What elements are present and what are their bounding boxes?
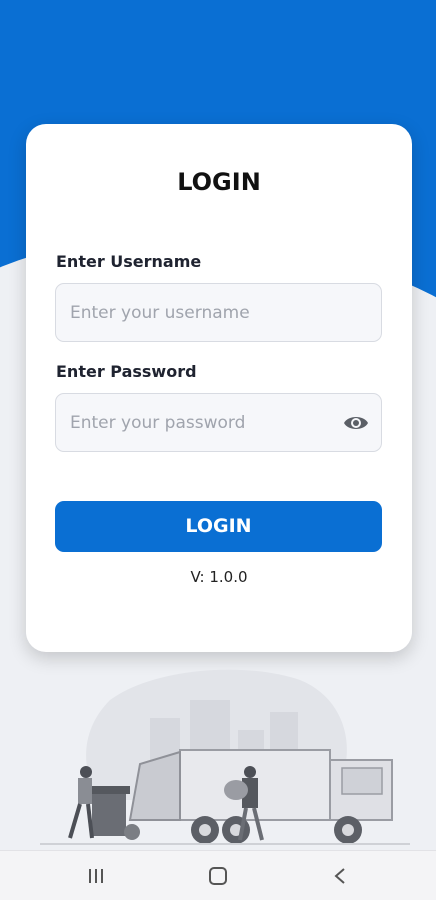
username-input[interactable] (56, 284, 381, 341)
back-icon[interactable] (328, 865, 352, 887)
recents-icon[interactable] (84, 865, 108, 887)
password-field (55, 393, 382, 452)
home-icon[interactable] (206, 865, 230, 887)
login-button[interactable]: LOGIN (55, 501, 382, 552)
login-title: LOGIN (177, 168, 261, 196)
login-card: LOGIN Enter Username Enter Password LOGI… (26, 124, 412, 652)
username-field (55, 283, 382, 342)
password-input[interactable] (56, 394, 381, 451)
username-label: Enter Username (56, 252, 202, 271)
eye-icon[interactable] (343, 411, 369, 435)
system-navigation-bar (0, 850, 436, 900)
garbage-truck-illustration (40, 669, 410, 845)
version-text: V: 1.0.0 (190, 568, 248, 586)
password-label: Enter Password (56, 362, 197, 381)
